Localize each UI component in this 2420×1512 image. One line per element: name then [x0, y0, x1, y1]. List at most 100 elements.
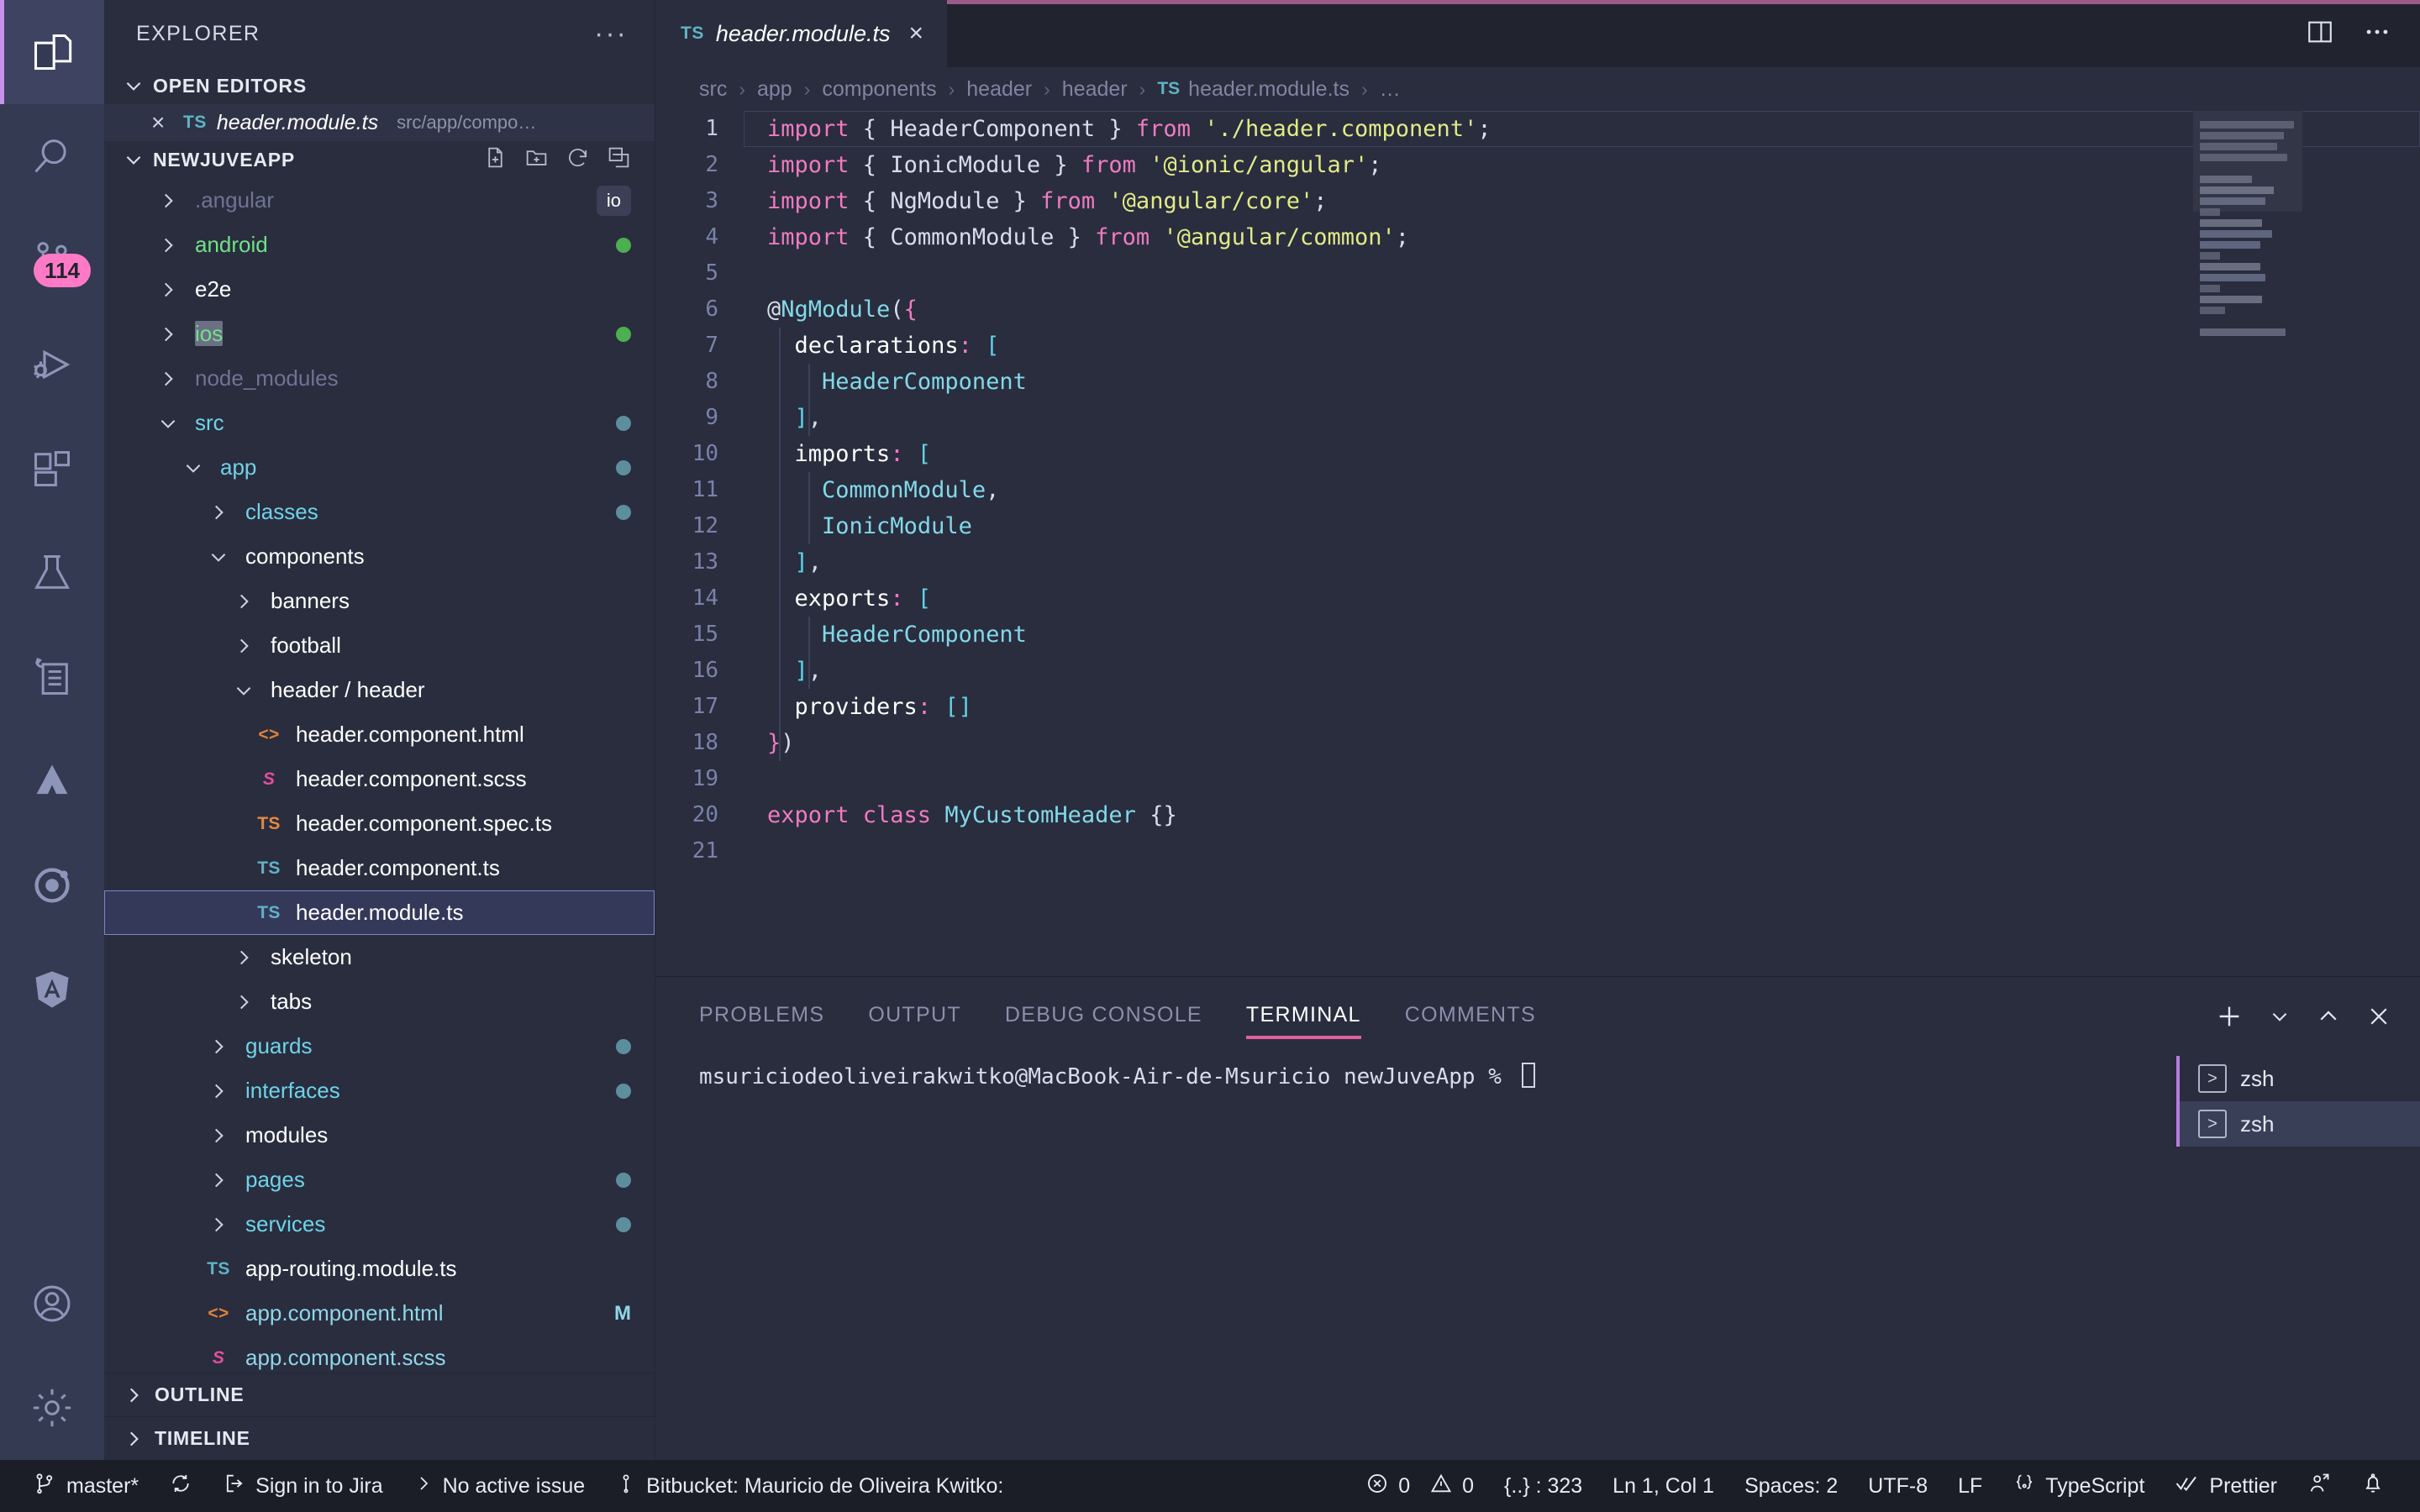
code-editor[interactable]: 1 import { HeaderComponent } from './head… — [655, 111, 2420, 976]
activity-item-source-control[interactable]: 114 — [0, 208, 104, 312]
breadcrumb[interactable]: src › app › components › header › header › TS heade… — [655, 67, 2420, 111]
status-branch[interactable]: master* — [18, 1460, 154, 1512]
chevron-right-icon[interactable] — [229, 991, 259, 1013]
breadcrumb-file[interactable]: header.module.ts — [1188, 77, 1349, 102]
status-prettier[interactable]: Prettier — [2160, 1460, 2292, 1512]
tree-folder-header-header[interactable]: header / header — [104, 668, 655, 712]
tree-file-app-routing-module-ts[interactable]: TS app-routing.module.ts — [104, 1247, 655, 1291]
tree-file-header-component-html[interactable]: <> header.component.html — [104, 712, 655, 757]
tree-file-header-component-ts[interactable]: TS header.component.ts — [104, 846, 655, 890]
panel-tab-output[interactable]: OUTPUT — [868, 1003, 961, 1039]
section-timeline[interactable]: TIMELINE — [104, 1416, 655, 1460]
tree-folder-modules[interactable]: modules — [104, 1113, 655, 1158]
tree-folder-android[interactable]: android — [104, 223, 655, 267]
section-open-editors[interactable]: OPEN EDITORS — [104, 67, 655, 104]
activity-item-angular[interactable] — [0, 937, 104, 1042]
split-editor-icon[interactable] — [2306, 18, 2334, 50]
status-cursor-position[interactable]: Ln 1, Col 1 — [1597, 1460, 1729, 1512]
chevron-right-icon[interactable] — [153, 368, 183, 390]
panel-tab-terminal[interactable]: TERMINAL — [1245, 1003, 1361, 1039]
terminal-tab-item[interactable]: > zsh — [2176, 1101, 2420, 1147]
status-language-mode[interactable]: TypeScript — [1997, 1460, 2160, 1512]
tab-header-module-ts[interactable]: TS header.module.ts × — [655, 0, 948, 67]
chevron-down-icon[interactable] — [178, 457, 208, 479]
status-file-size[interactable]: {..} : 323 — [1489, 1460, 1597, 1512]
activity-item-accounts[interactable] — [0, 1252, 104, 1356]
activity-item-extensions[interactable] — [0, 417, 104, 521]
chevron-right-icon[interactable] — [203, 1214, 234, 1236]
new-folder-icon[interactable] — [524, 145, 549, 175]
chevron-right-icon[interactable] — [203, 1169, 234, 1191]
tree-file-header-module-ts[interactable]: TS header.module.ts — [104, 890, 655, 935]
status-active-issue[interactable]: No active issue — [398, 1460, 601, 1512]
minimap[interactable] — [2193, 111, 2302, 976]
chevron-right-icon[interactable] — [153, 190, 183, 212]
tree-file-app-component-scss[interactable]: Sapp.component.scss — [104, 1336, 655, 1373]
breadcrumb-item[interactable]: app — [757, 77, 792, 102]
tree-folder-football[interactable]: football — [104, 623, 655, 668]
close-icon[interactable]: × — [908, 21, 923, 46]
tree-file-header-component-scss[interactable]: Sheader.component.scss — [104, 757, 655, 801]
tree-folder-services[interactable]: services — [104, 1202, 655, 1247]
tree-folder-components[interactable]: components — [104, 534, 655, 579]
maximize-panel-icon[interactable] — [2316, 1004, 2341, 1029]
tree-folder-classes[interactable]: classes — [104, 490, 655, 534]
chevron-right-icon[interactable] — [229, 635, 259, 657]
tree-folder-banners[interactable]: banners — [104, 579, 655, 623]
status-sync[interactable] — [154, 1460, 208, 1512]
section-outline[interactable]: OUTLINE — [104, 1373, 655, 1416]
refresh-icon[interactable] — [566, 145, 590, 175]
chevron-right-icon[interactable] — [229, 591, 259, 612]
tree-folder-ios[interactable]: ios — [104, 312, 655, 356]
status-encoding[interactable]: UTF-8 — [1853, 1460, 1943, 1512]
status-eol[interactable]: LF — [1943, 1460, 1997, 1512]
chevron-right-icon[interactable] — [203, 1080, 234, 1102]
new-file-icon[interactable] — [483, 145, 508, 175]
tree-folder-e2e[interactable]: e2e — [104, 267, 655, 312]
sidebar-more-actions-icon[interactable]: ··· — [594, 19, 628, 48]
tree-folder-skeleton[interactable]: skeleton — [104, 935, 655, 979]
open-editor-item[interactable]: × TS header.module.ts src/app/compo… — [104, 104, 655, 141]
breadcrumb-item[interactable]: header — [966, 77, 1032, 102]
activity-item-settings[interactable] — [0, 1356, 104, 1460]
status-feedback[interactable] — [2292, 1460, 2346, 1512]
chevron-right-icon[interactable] — [153, 279, 183, 301]
chevron-right-icon[interactable] — [229, 947, 259, 969]
terminal-tab-item[interactable]: > zsh — [2176, 1056, 2420, 1101]
chevron-down-icon[interactable] — [203, 546, 234, 568]
collapse-all-icon[interactable] — [607, 145, 631, 175]
chevron-down-icon[interactable] — [2269, 1005, 2291, 1027]
activity-item-ionic[interactable] — [0, 833, 104, 937]
status-bitbucket[interactable]: Bitbucket: Mauricio de Oliveira Kwitko: — [600, 1460, 1018, 1512]
chevron-right-icon[interactable] — [203, 1036, 234, 1058]
section-workspace[interactable]: NEWJUVEAPP — [104, 141, 655, 178]
tree-folder--angular[interactable]: .angular io — [104, 178, 655, 223]
activity-item-search[interactable] — [0, 104, 104, 208]
activity-item-todo-tree[interactable] — [0, 625, 104, 729]
close-panel-icon[interactable] — [2366, 1004, 2391, 1029]
terminal-output[interactable]: msuriciodeoliveirakwitko@MacBook-Air-de-… — [655, 1039, 2176, 1460]
status-problems[interactable]: 0 0 — [1350, 1460, 1489, 1512]
tree-folder-pages[interactable]: pages — [104, 1158, 655, 1202]
panel-tab-comments[interactable]: COMMENTS — [1405, 1003, 1536, 1039]
tree-folder-interfaces[interactable]: interfaces — [104, 1068, 655, 1113]
status-jira[interactable]: Sign in to Jira — [208, 1460, 397, 1512]
chevron-down-icon[interactable] — [153, 412, 183, 434]
file-tree[interactable]: .angular io android e2e ios node_modules src ap… — [104, 178, 655, 1373]
new-terminal-icon[interactable] — [2215, 1002, 2244, 1031]
close-icon[interactable]: × — [151, 111, 173, 134]
tree-file-app-component-html[interactable]: <> app.component.html M — [104, 1291, 655, 1336]
status-notifications[interactable] — [2346, 1460, 2400, 1512]
tree-folder-app[interactable]: app — [104, 445, 655, 490]
more-actions-icon[interactable] — [2363, 18, 2391, 50]
breadcrumb-item[interactable]: src — [699, 77, 727, 102]
chevron-down-icon[interactable] — [229, 680, 259, 701]
chevron-right-icon[interactable] — [203, 501, 234, 523]
terminal-tab-list[interactable]: > zsh > zsh — [2176, 1039, 2420, 1460]
chevron-right-icon[interactable] — [203, 1125, 234, 1147]
panel-tab-debug-console[interactable]: DEBUG CONSOLE — [1005, 1003, 1202, 1039]
tree-folder-tabs[interactable]: tabs — [104, 979, 655, 1024]
activity-item-atlassian[interactable] — [0, 729, 104, 833]
breadcrumb-item[interactable]: header — [1062, 77, 1128, 102]
tree-file-header-component-spec-ts[interactable]: TS header.component.spec.ts — [104, 801, 655, 846]
